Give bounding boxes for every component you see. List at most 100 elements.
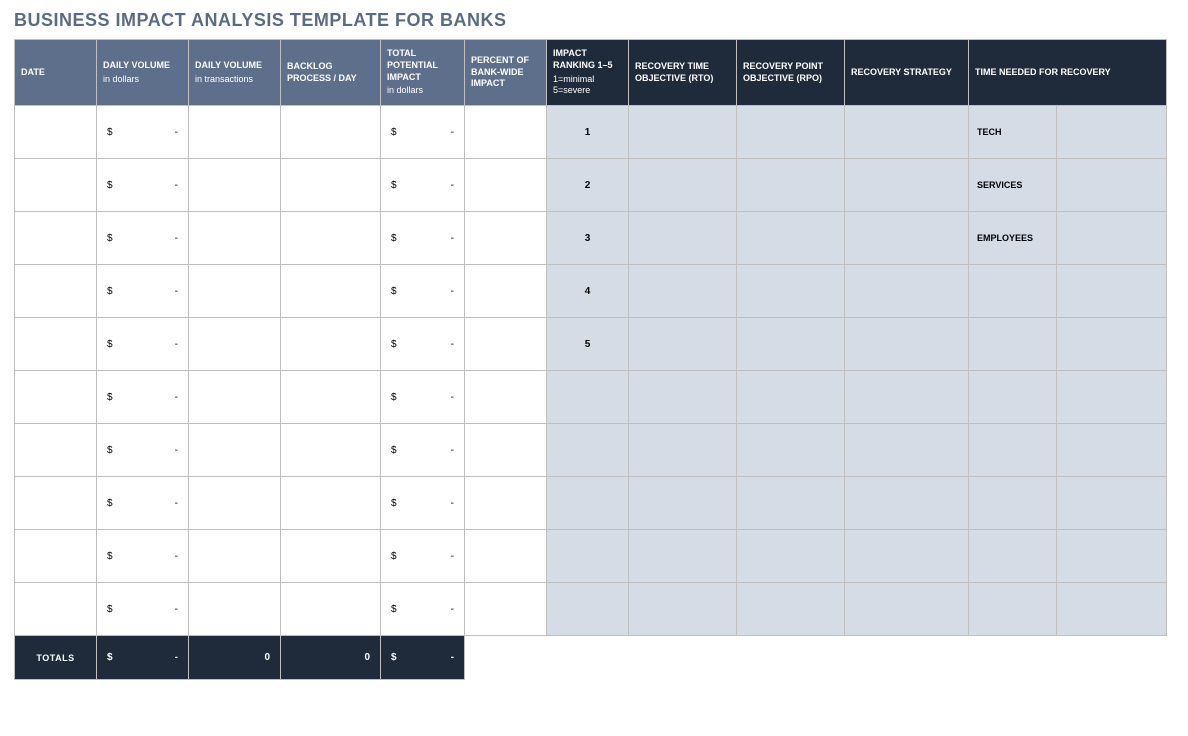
- cell-rpo[interactable]: [737, 477, 845, 530]
- cell-date[interactable]: [15, 530, 97, 583]
- cell-rto[interactable]: [629, 371, 737, 424]
- cell-total-potential-impact[interactable]: $-: [381, 159, 465, 212]
- cell-backlog[interactable]: [281, 106, 381, 159]
- cell-time-needed-value[interactable]: [1057, 106, 1167, 159]
- cell-rto[interactable]: [629, 530, 737, 583]
- cell-recovery-strategy[interactable]: [845, 106, 969, 159]
- cell-daily-volume-transactions[interactable]: [189, 265, 281, 318]
- cell-rto[interactable]: [629, 477, 737, 530]
- cell-percent-bankwide[interactable]: [465, 477, 547, 530]
- cell-daily-volume-dollars[interactable]: $-: [97, 424, 189, 477]
- cell-time-needed-label[interactable]: TECH: [969, 106, 1057, 159]
- cell-total-potential-impact[interactable]: $-: [381, 212, 465, 265]
- cell-date[interactable]: [15, 371, 97, 424]
- cell-daily-volume-transactions[interactable]: [189, 424, 281, 477]
- cell-backlog[interactable]: [281, 530, 381, 583]
- cell-rto[interactable]: [629, 159, 737, 212]
- cell-daily-volume-transactions[interactable]: [189, 212, 281, 265]
- cell-daily-volume-transactions[interactable]: [189, 159, 281, 212]
- cell-recovery-strategy[interactable]: [845, 159, 969, 212]
- cell-time-needed-value[interactable]: [1057, 265, 1167, 318]
- cell-time-needed-value[interactable]: [1057, 424, 1167, 477]
- cell-total-potential-impact[interactable]: $-: [381, 530, 465, 583]
- cell-daily-volume-transactions[interactable]: [189, 371, 281, 424]
- cell-percent-bankwide[interactable]: [465, 159, 547, 212]
- cell-rpo[interactable]: [737, 265, 845, 318]
- cell-time-needed-label[interactable]: [969, 371, 1057, 424]
- cell-recovery-strategy[interactable]: [845, 477, 969, 530]
- cell-percent-bankwide[interactable]: [465, 265, 547, 318]
- cell-daily-volume-dollars[interactable]: $-: [97, 106, 189, 159]
- cell-rto[interactable]: [629, 583, 737, 636]
- cell-total-potential-impact[interactable]: $-: [381, 424, 465, 477]
- cell-date[interactable]: [15, 477, 97, 530]
- cell-time-needed-label[interactable]: [969, 530, 1057, 583]
- cell-impact-ranking[interactable]: 3: [547, 212, 629, 265]
- cell-backlog[interactable]: [281, 477, 381, 530]
- cell-rpo[interactable]: [737, 212, 845, 265]
- cell-rpo[interactable]: [737, 371, 845, 424]
- cell-total-potential-impact[interactable]: $-: [381, 477, 465, 530]
- cell-backlog[interactable]: [281, 265, 381, 318]
- cell-time-needed-label[interactable]: [969, 477, 1057, 530]
- cell-daily-volume-dollars[interactable]: $-: [97, 477, 189, 530]
- cell-date[interactable]: [15, 318, 97, 371]
- cell-time-needed-label[interactable]: [969, 318, 1057, 371]
- cell-rto[interactable]: [629, 265, 737, 318]
- cell-percent-bankwide[interactable]: [465, 424, 547, 477]
- cell-time-needed-value[interactable]: [1057, 583, 1167, 636]
- cell-backlog[interactable]: [281, 424, 381, 477]
- totals-daily-volume-dollars[interactable]: $-: [97, 636, 189, 680]
- cell-rto[interactable]: [629, 106, 737, 159]
- cell-daily-volume-dollars[interactable]: $-: [97, 159, 189, 212]
- cell-recovery-strategy[interactable]: [845, 318, 969, 371]
- cell-backlog[interactable]: [281, 159, 381, 212]
- cell-percent-bankwide[interactable]: [465, 318, 547, 371]
- cell-time-needed-value[interactable]: [1057, 159, 1167, 212]
- cell-daily-volume-transactions[interactable]: [189, 318, 281, 371]
- cell-date[interactable]: [15, 265, 97, 318]
- cell-backlog[interactable]: [281, 583, 381, 636]
- cell-impact-ranking[interactable]: [547, 477, 629, 530]
- cell-impact-ranking[interactable]: [547, 424, 629, 477]
- cell-daily-volume-dollars[interactable]: $-: [97, 212, 189, 265]
- cell-impact-ranking[interactable]: 2: [547, 159, 629, 212]
- cell-impact-ranking[interactable]: 4: [547, 265, 629, 318]
- cell-recovery-strategy[interactable]: [845, 265, 969, 318]
- cell-date[interactable]: [15, 583, 97, 636]
- cell-time-needed-value[interactable]: [1057, 318, 1167, 371]
- cell-daily-volume-transactions[interactable]: [189, 530, 281, 583]
- cell-backlog[interactable]: [281, 318, 381, 371]
- cell-date[interactable]: [15, 106, 97, 159]
- cell-backlog[interactable]: [281, 371, 381, 424]
- cell-rpo[interactable]: [737, 424, 845, 477]
- cell-daily-volume-dollars[interactable]: $-: [97, 530, 189, 583]
- cell-recovery-strategy[interactable]: [845, 583, 969, 636]
- cell-rto[interactable]: [629, 212, 737, 265]
- cell-impact-ranking[interactable]: 5: [547, 318, 629, 371]
- cell-recovery-strategy[interactable]: [845, 212, 969, 265]
- cell-daily-volume-dollars[interactable]: $-: [97, 583, 189, 636]
- cell-time-needed-label[interactable]: EMPLOYEES: [969, 212, 1057, 265]
- cell-date[interactable]: [15, 212, 97, 265]
- cell-percent-bankwide[interactable]: [465, 106, 547, 159]
- cell-time-needed-label[interactable]: SERVICES: [969, 159, 1057, 212]
- cell-time-needed-value[interactable]: [1057, 477, 1167, 530]
- cell-total-potential-impact[interactable]: $-: [381, 265, 465, 318]
- cell-total-potential-impact[interactable]: $-: [381, 318, 465, 371]
- cell-percent-bankwide[interactable]: [465, 530, 547, 583]
- cell-rpo[interactable]: [737, 318, 845, 371]
- cell-rto[interactable]: [629, 318, 737, 371]
- cell-time-needed-value[interactable]: [1057, 530, 1167, 583]
- cell-daily-volume-dollars[interactable]: $-: [97, 265, 189, 318]
- cell-percent-bankwide[interactable]: [465, 371, 547, 424]
- cell-rpo[interactable]: [737, 583, 845, 636]
- cell-impact-ranking[interactable]: [547, 530, 629, 583]
- cell-total-potential-impact[interactable]: $-: [381, 106, 465, 159]
- cell-daily-volume-transactions[interactable]: [189, 477, 281, 530]
- cell-time-needed-label[interactable]: [969, 424, 1057, 477]
- cell-time-needed-label[interactable]: [969, 265, 1057, 318]
- cell-recovery-strategy[interactable]: [845, 530, 969, 583]
- cell-date[interactable]: [15, 159, 97, 212]
- cell-total-potential-impact[interactable]: $-: [381, 583, 465, 636]
